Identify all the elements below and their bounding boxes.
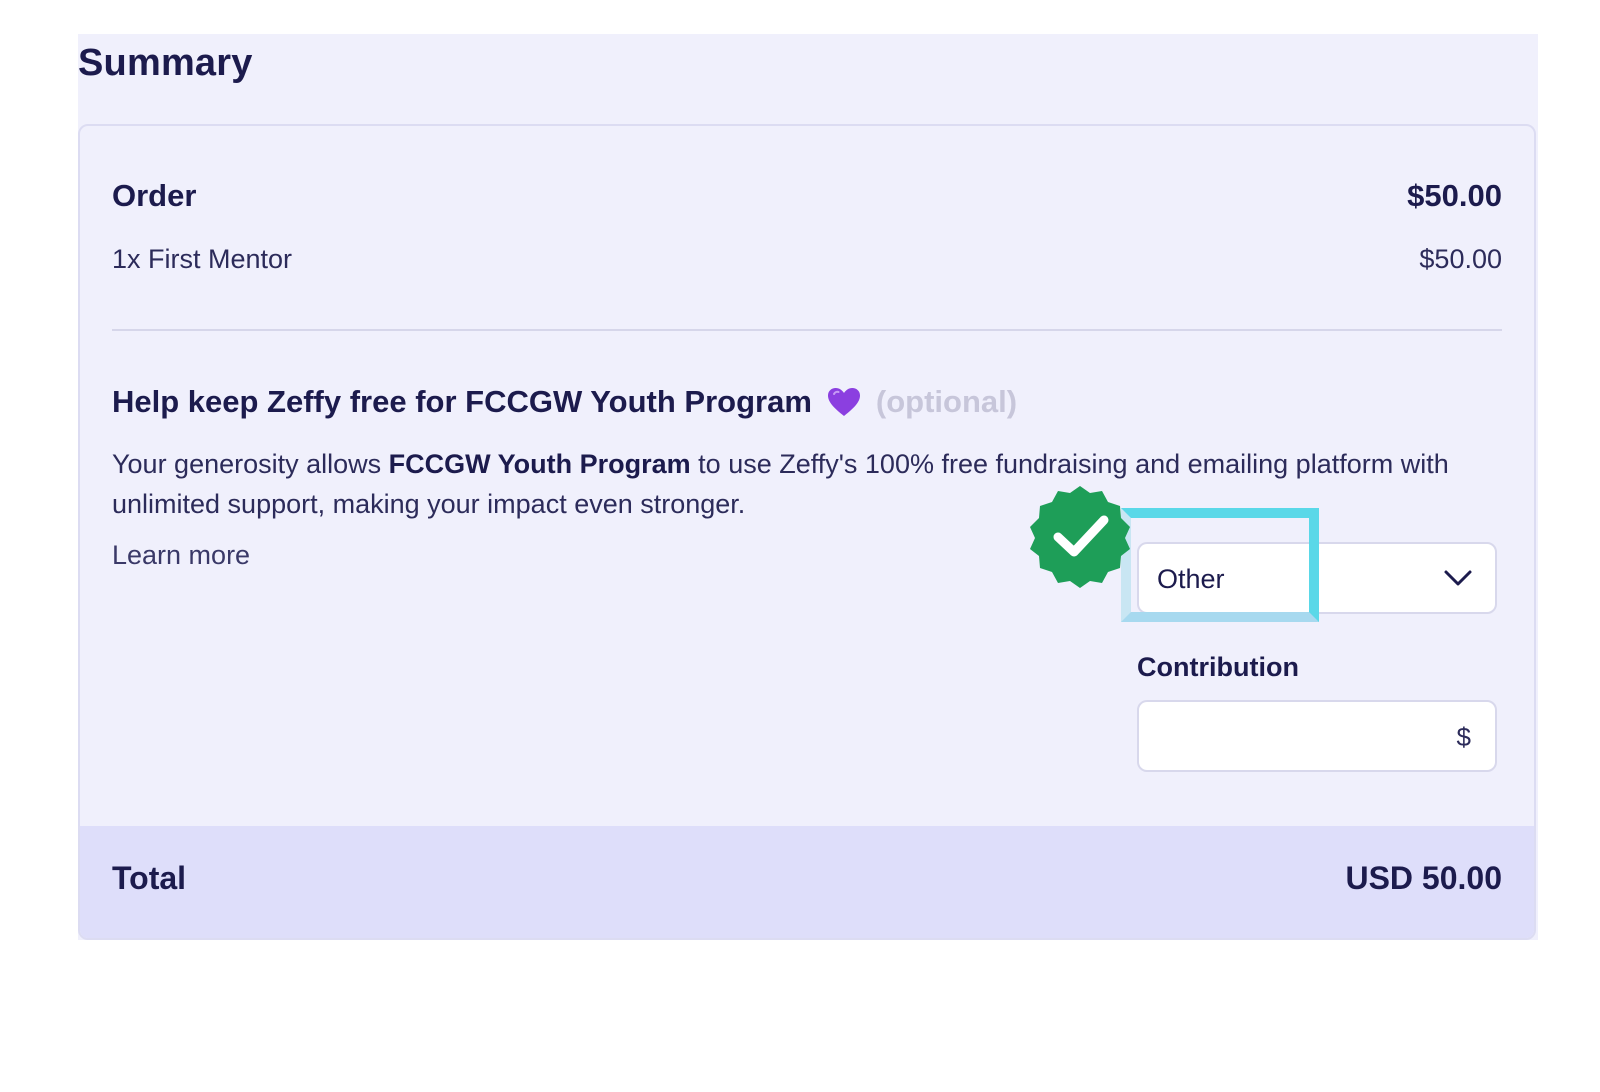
tip-amount-select[interactable]: Other bbox=[1137, 542, 1497, 614]
optional-label: (optional) bbox=[875, 384, 1018, 419]
tip-heading: Help keep Zeffy free for FCCGW Youth Pro… bbox=[112, 384, 1017, 420]
contribution-input[interactable] bbox=[1155, 716, 1449, 758]
total-label: Total bbox=[112, 860, 187, 896]
contribution-field[interactable]: $ bbox=[1137, 700, 1497, 772]
summary-card: Order $50.00 1x First Mentor $50.00 Help… bbox=[78, 124, 1536, 940]
learn-more-link[interactable]: Learn more bbox=[112, 540, 250, 571]
order-label: Order bbox=[112, 178, 197, 213]
summary-page: Summary Order $50.00 1x First Mentor $50… bbox=[78, 34, 1538, 940]
total-amount: USD 50.00 bbox=[1345, 860, 1502, 896]
divider bbox=[112, 329, 1502, 331]
order-row: Order $50.00 bbox=[112, 178, 1502, 214]
checkmark-badge-icon bbox=[1030, 486, 1130, 588]
tip-select-value: Other bbox=[1157, 564, 1225, 594]
tip-description-before: Your generosity allows bbox=[112, 449, 389, 479]
tip-description: Your generosity allows FCCGW Youth Progr… bbox=[112, 444, 1512, 524]
order-amount: $50.00 bbox=[1407, 178, 1502, 213]
currency-symbol: $ bbox=[1456, 722, 1471, 752]
tip-description-org: FCCGW Youth Program bbox=[388, 449, 691, 479]
purple-heart-icon bbox=[827, 388, 860, 416]
total-row: Total USD 50.00 bbox=[112, 860, 1502, 897]
order-item-row: 1x First Mentor $50.00 bbox=[112, 244, 1502, 275]
summary-title: Summary bbox=[78, 42, 253, 84]
chevron-down-icon bbox=[1444, 570, 1472, 586]
total-bar: Total USD 50.00 bbox=[80, 826, 1534, 938]
contribution-label: Contribution bbox=[1137, 652, 1299, 682]
order-item-label: 1x First Mentor bbox=[112, 244, 293, 274]
order-item-amount: $50.00 bbox=[1419, 244, 1502, 274]
tip-title: Help keep Zeffy free for FCCGW Youth Pro… bbox=[112, 384, 812, 419]
